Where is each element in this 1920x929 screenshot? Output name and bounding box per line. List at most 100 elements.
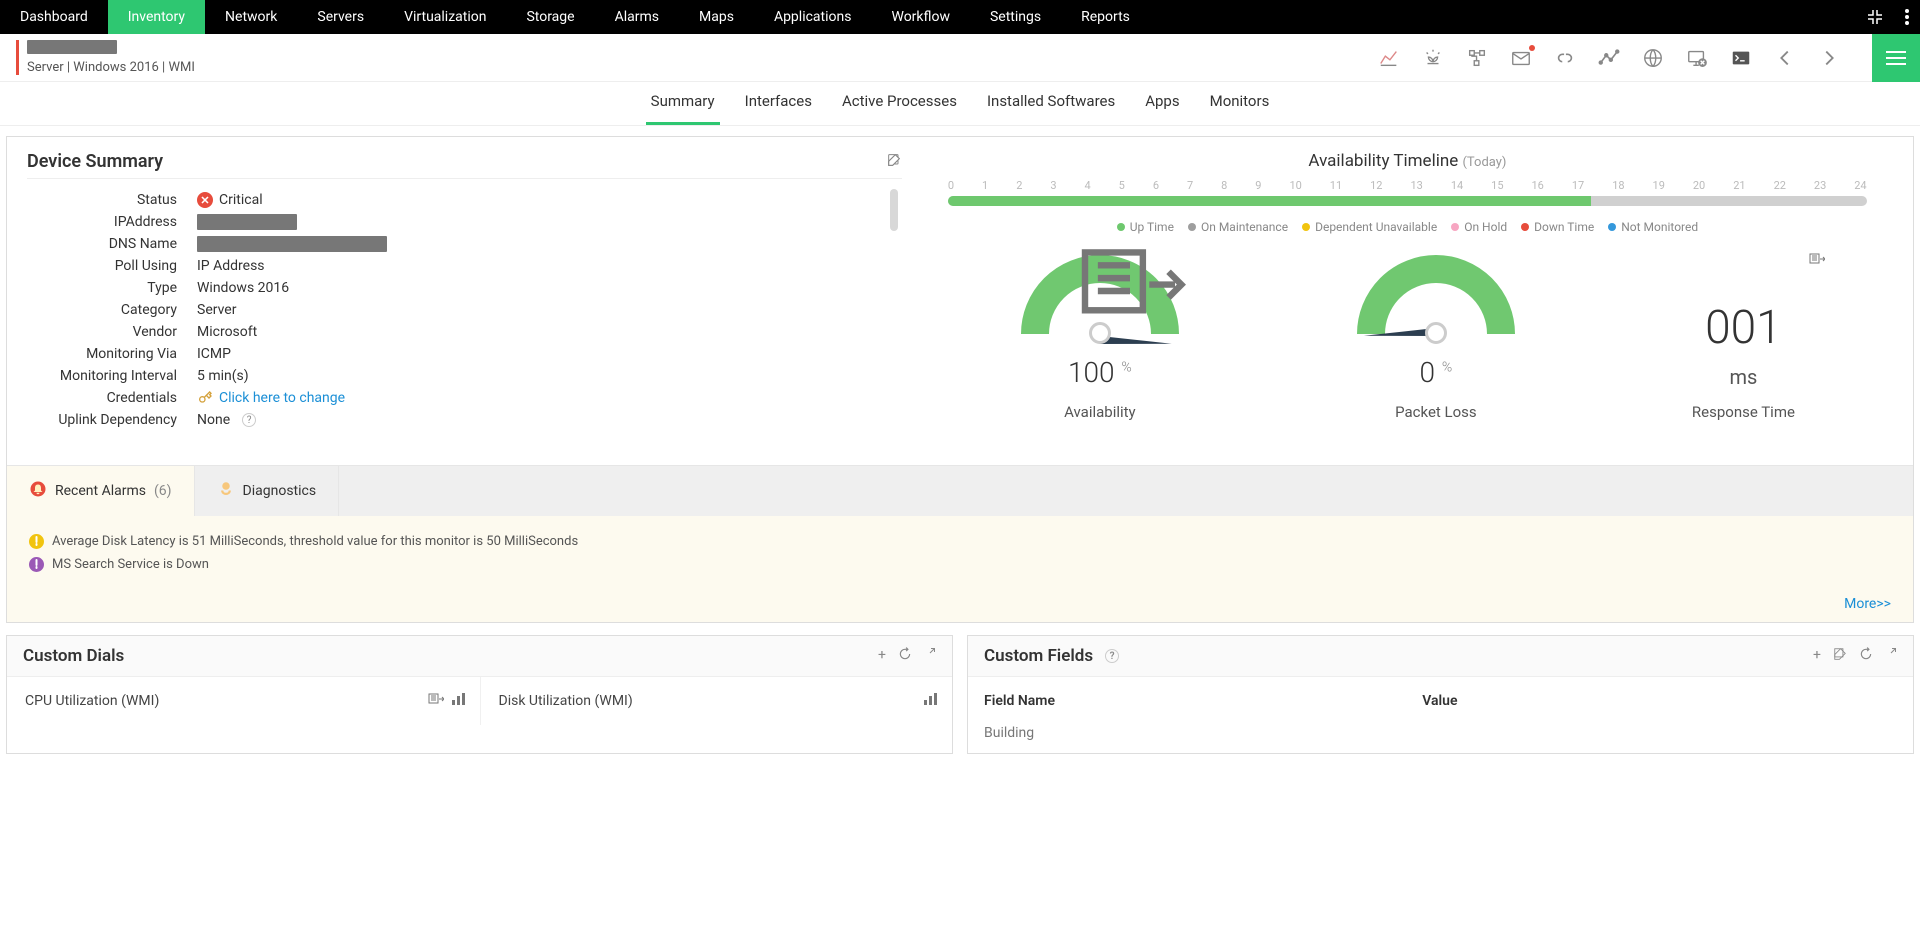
link-icon[interactable]: [1554, 47, 1576, 69]
availability-legend: Up TimeOn MaintenanceDependent Unavailab…: [922, 220, 1893, 234]
tab-summary[interactable]: Summary: [646, 82, 720, 125]
nav-network[interactable]: Network: [205, 0, 297, 34]
tab-diagnostics[interactable]: Diagnostics: [195, 466, 340, 516]
nav-dashboard[interactable]: Dashboard: [0, 0, 108, 34]
gauge-availability: 100 % Availability: [1020, 254, 1180, 421]
key-icon: [197, 390, 213, 406]
dial-cell: Disk Utilization (WMI): [480, 677, 953, 725]
nav-inventory[interactable]: Inventory: [108, 0, 205, 34]
nav-reports[interactable]: Reports: [1061, 0, 1150, 34]
timeline-hours: 0123456789101112131415161718192021222324: [922, 179, 1893, 192]
alarm-section: Recent Alarms (6) Diagnostics Average Di…: [7, 465, 1913, 622]
mail-icon[interactable]: [1510, 47, 1532, 69]
credentials-link[interactable]: Click here to change: [219, 390, 345, 406]
detail-icon[interactable]: [428, 693, 444, 711]
cf-row: Building: [984, 719, 1897, 747]
add-icon[interactable]: +: [1813, 647, 1821, 665]
refresh-icon[interactable]: [898, 647, 912, 665]
label-moninterval: Monitoring Interval: [27, 368, 197, 384]
tab-active-processes[interactable]: Active Processes: [837, 82, 962, 125]
tab-installed-softwares[interactable]: Installed Softwares: [982, 82, 1120, 125]
availability-subtitle: (Today): [1462, 155, 1506, 170]
globe-icon[interactable]: [1642, 47, 1664, 69]
more-icon[interactable]: [1894, 0, 1920, 34]
legend-item: Down Time: [1521, 220, 1594, 234]
bar-chart-icon[interactable]: [924, 693, 938, 709]
action-toolbar: [1378, 34, 1920, 82]
timeline-bar: [948, 196, 1867, 206]
expand-icon[interactable]: [924, 647, 936, 665]
help-icon[interactable]: ?: [242, 413, 256, 427]
edit-icon[interactable]: [886, 152, 902, 172]
cf-header-value: Value: [1422, 693, 1897, 709]
detail-icon[interactable]: [1050, 246, 1210, 340]
detail-icon[interactable]: [1809, 253, 1825, 271]
expand-icon[interactable]: [1885, 647, 1897, 665]
nav-servers[interactable]: Servers: [297, 0, 384, 34]
device-subtitle: Server | Windows 2016 | WMI: [27, 60, 195, 75]
label-dnsname: DNS Name: [27, 236, 197, 252]
prev-icon[interactable]: [1774, 47, 1796, 69]
gauge-responsetime: 001 ms Response Time: [1692, 261, 1795, 421]
nav-virtualization[interactable]: Virtualization: [384, 0, 506, 34]
panel-custom-fields: Custom Fields? + Field NameValue Buildin…: [967, 635, 1914, 754]
alarm-item[interactable]: Average Disk Latency is 51 MilliSeconds,…: [29, 530, 1891, 553]
availability-panel: Availability Timeline (Today) 0123456789…: [922, 137, 1913, 465]
device-summary: Device Summary Status ✕Critical IPAddres…: [7, 137, 922, 465]
cf-header-name: Field Name: [984, 693, 1422, 709]
legend-item: Not Monitored: [1608, 220, 1698, 234]
bar-chart-icon[interactable]: [452, 693, 466, 711]
legend-item: Dependent Unavailable: [1302, 220, 1437, 234]
nav-workflow[interactable]: Workflow: [871, 0, 970, 34]
nav-applications[interactable]: Applications: [754, 0, 872, 34]
gauge-packetloss: 0 % Packet Loss: [1356, 254, 1516, 421]
value-type: Windows 2016: [197, 280, 289, 296]
help-icon[interactable]: ?: [1105, 649, 1119, 663]
chart-icon[interactable]: [1378, 47, 1400, 69]
main-panel: Device Summary Status ✕Critical IPAddres…: [6, 136, 1914, 623]
value-credentials: Click here to change: [197, 390, 345, 406]
legend-item: On Hold: [1451, 220, 1507, 234]
tab-interfaces[interactable]: Interfaces: [740, 82, 817, 125]
detail-tabs: Summary Interfaces Active Processes Install…: [0, 82, 1920, 126]
custom-dials-title: Custom Dials: [23, 646, 124, 666]
top-nav: DashboardInventoryNetworkServersVirtuali…: [0, 0, 1920, 34]
label-ipaddress: IPAddress: [27, 214, 197, 230]
label-type: Type: [27, 280, 197, 296]
next-icon[interactable]: [1818, 47, 1840, 69]
legend-item: On Maintenance: [1188, 220, 1288, 234]
nav-maps[interactable]: Maps: [679, 0, 754, 34]
refresh-icon[interactable]: [1859, 647, 1873, 665]
alert-siren-icon[interactable]: [1422, 47, 1444, 69]
diagnostics-icon: [217, 480, 235, 502]
nav-alarms[interactable]: Alarms: [595, 0, 679, 34]
trend-icon[interactable]: [1598, 47, 1620, 69]
alarm-item[interactable]: MS Search Service is Down: [29, 553, 1891, 576]
workflow-icon[interactable]: [1466, 47, 1488, 69]
more-link[interactable]: More>>: [1844, 596, 1891, 612]
value-dnsname: [197, 236, 387, 252]
custom-fields-title: Custom Fields: [984, 646, 1093, 666]
tab-monitors[interactable]: Monitors: [1205, 82, 1275, 125]
label-vendor: Vendor: [27, 324, 197, 340]
nav-settings[interactable]: Settings: [970, 0, 1061, 34]
label-monvia: Monitoring Via: [27, 346, 197, 362]
value-pollusing: IP Address: [197, 258, 265, 274]
value-uplink: None?: [197, 412, 256, 428]
tab-recent-alarms[interactable]: Recent Alarms (6): [7, 466, 195, 516]
tab-apps[interactable]: Apps: [1140, 82, 1184, 125]
device-summary-title: Device Summary: [27, 151, 163, 172]
summary-scrollbar[interactable]: [890, 189, 902, 459]
add-icon[interactable]: +: [878, 647, 886, 665]
edit-icon[interactable]: [1833, 647, 1847, 665]
terminal-icon[interactable]: [1730, 47, 1752, 69]
label-status: Status: [27, 192, 197, 208]
label-credentials: Credentials: [27, 390, 197, 406]
monitor-disable-icon[interactable]: [1686, 47, 1708, 69]
alarm-bell-icon: [29, 480, 47, 502]
nav-storage[interactable]: Storage: [506, 0, 594, 34]
value-category: Server: [197, 302, 236, 318]
value-status: ✕Critical: [197, 192, 263, 208]
minimize-icon[interactable]: [1856, 0, 1894, 34]
hamburger-menu[interactable]: [1872, 34, 1920, 82]
